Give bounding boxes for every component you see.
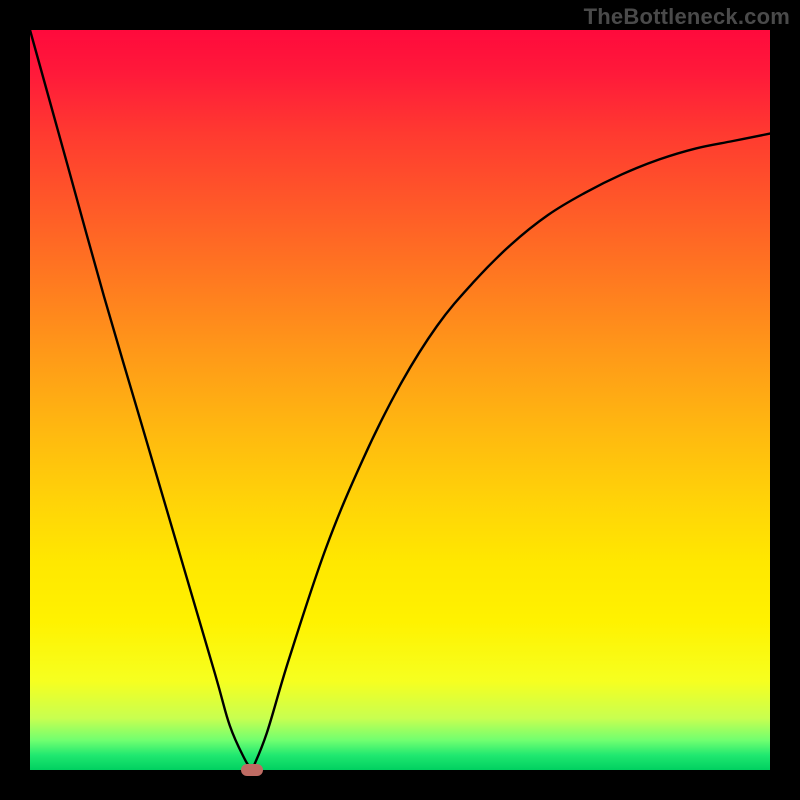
dip-marker: [241, 764, 263, 776]
watermark-text: TheBottleneck.com: [584, 4, 790, 30]
chart-frame: TheBottleneck.com: [0, 0, 800, 800]
curve-path: [30, 30, 770, 773]
bottleneck-curve: [30, 30, 770, 770]
plot-area: [30, 30, 770, 770]
